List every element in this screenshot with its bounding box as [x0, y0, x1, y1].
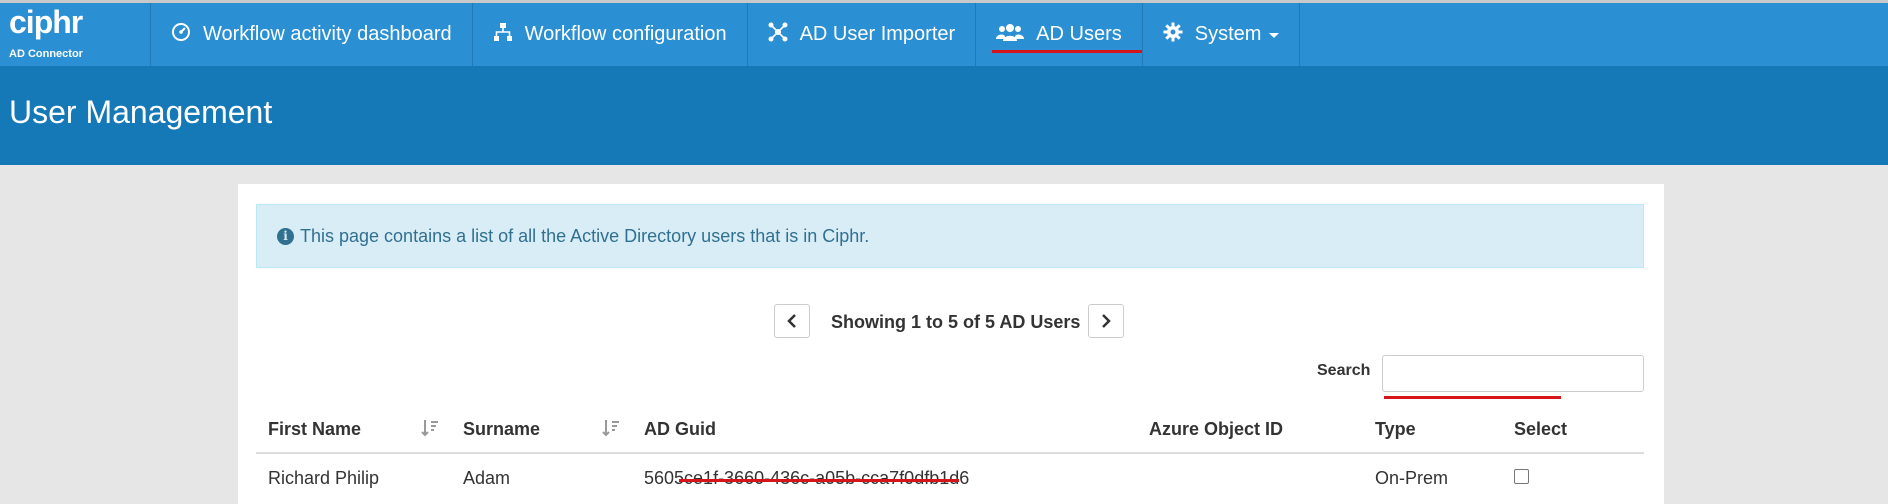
- info-alert: i This page contains a list of all the A…: [256, 204, 1644, 268]
- previous-page-button[interactable]: [774, 304, 810, 338]
- next-page-button[interactable]: [1088, 304, 1124, 338]
- ad-guid-value: 5605ce1f-3660-436c-a05b-cca7f0dfb1d6: [644, 467, 970, 488]
- search-label: Search: [1317, 362, 1371, 379]
- search-underline-marker: [1384, 396, 1561, 399]
- info-icon: i: [277, 227, 294, 245]
- nav-item-label: AD Users: [1036, 23, 1122, 45]
- info-text: This page contains a list of all the Act…: [300, 225, 870, 246]
- search-input[interactable]: [1382, 355, 1644, 392]
- dashboard-icon: [171, 22, 203, 48]
- cell-type: On-Prem: [1375, 467, 1449, 488]
- content-panel: i This page contains a list of all the A…: [238, 184, 1664, 504]
- column-header-surname[interactable]: Surname: [451, 406, 632, 454]
- column-header-select: Select: [1502, 406, 1644, 454]
- nav-item-system-dropdown[interactable]: System: [1141, 3, 1301, 66]
- sitemap-icon: [493, 22, 525, 48]
- table-row[interactable]: Richard Philip Adam 5605ce1f-3660-436c-a…: [256, 453, 1644, 502]
- cell-surname: Adam: [463, 467, 511, 488]
- gear-icon: [1163, 22, 1195, 48]
- nav-item-ad-users[interactable]: AD Users: [975, 3, 1142, 66]
- nav-item-label: Workflow configuration: [524, 23, 727, 45]
- column-header-azure-object-id[interactable]: Azure Object ID: [1137, 406, 1363, 454]
- top-navbar: ciphr AD Connector Workflow activity das…: [0, 0, 1888, 66]
- chevron-right-icon: [1102, 314, 1111, 328]
- column-header-type[interactable]: Type: [1363, 406, 1502, 454]
- brand-logo-text: ciphr: [9, 4, 83, 40]
- brand-logo[interactable]: ciphr AD Connector: [0, 3, 150, 66]
- cell-azure-object-id: [1137, 453, 1363, 502]
- cell-ad-guid: 5605ce1f-3660-436c-a05b-cca7f0dfb1d6: [632, 453, 1137, 502]
- pagination-status: Showing 1 to 5 of 5 AD Users: [831, 312, 1081, 332]
- column-header-first-name[interactable]: First Name: [256, 406, 451, 454]
- users-icon: [996, 22, 1036, 48]
- row-select-checkbox[interactable]: [1514, 468, 1529, 484]
- page-title: User Management: [9, 94, 273, 130]
- sort-icon: [421, 420, 438, 437]
- network-icon: [768, 22, 800, 48]
- nav-item-workflow-dashboard[interactable]: Workflow activity dashboard: [150, 3, 472, 66]
- nav-item-label: Workflow activity dashboard: [203, 23, 452, 45]
- guid-underline-marker: [679, 479, 959, 482]
- brand-subtitle: AD Connector: [9, 48, 83, 60]
- cell-select: [1502, 453, 1644, 502]
- nav-item-label: System: [1194, 23, 1262, 45]
- cell-first-name: Richard Philip: [268, 467, 380, 488]
- page-header: User Management: [0, 66, 1888, 165]
- nav-item-workflow-configuration[interactable]: Workflow configuration: [471, 3, 747, 66]
- column-header-ad-guid[interactable]: AD Guid: [632, 406, 1137, 454]
- chevron-left-icon: [787, 314, 796, 328]
- sort-icon: [602, 420, 619, 437]
- nav-item-ad-user-importer[interactable]: AD User Importer: [746, 3, 976, 66]
- nav-item-label: AD User Importer: [799, 23, 956, 45]
- chevron-down-icon: [1269, 33, 1280, 38]
- table-header-row: First Name Surname AD Guid Azure Object …: [256, 406, 1644, 454]
